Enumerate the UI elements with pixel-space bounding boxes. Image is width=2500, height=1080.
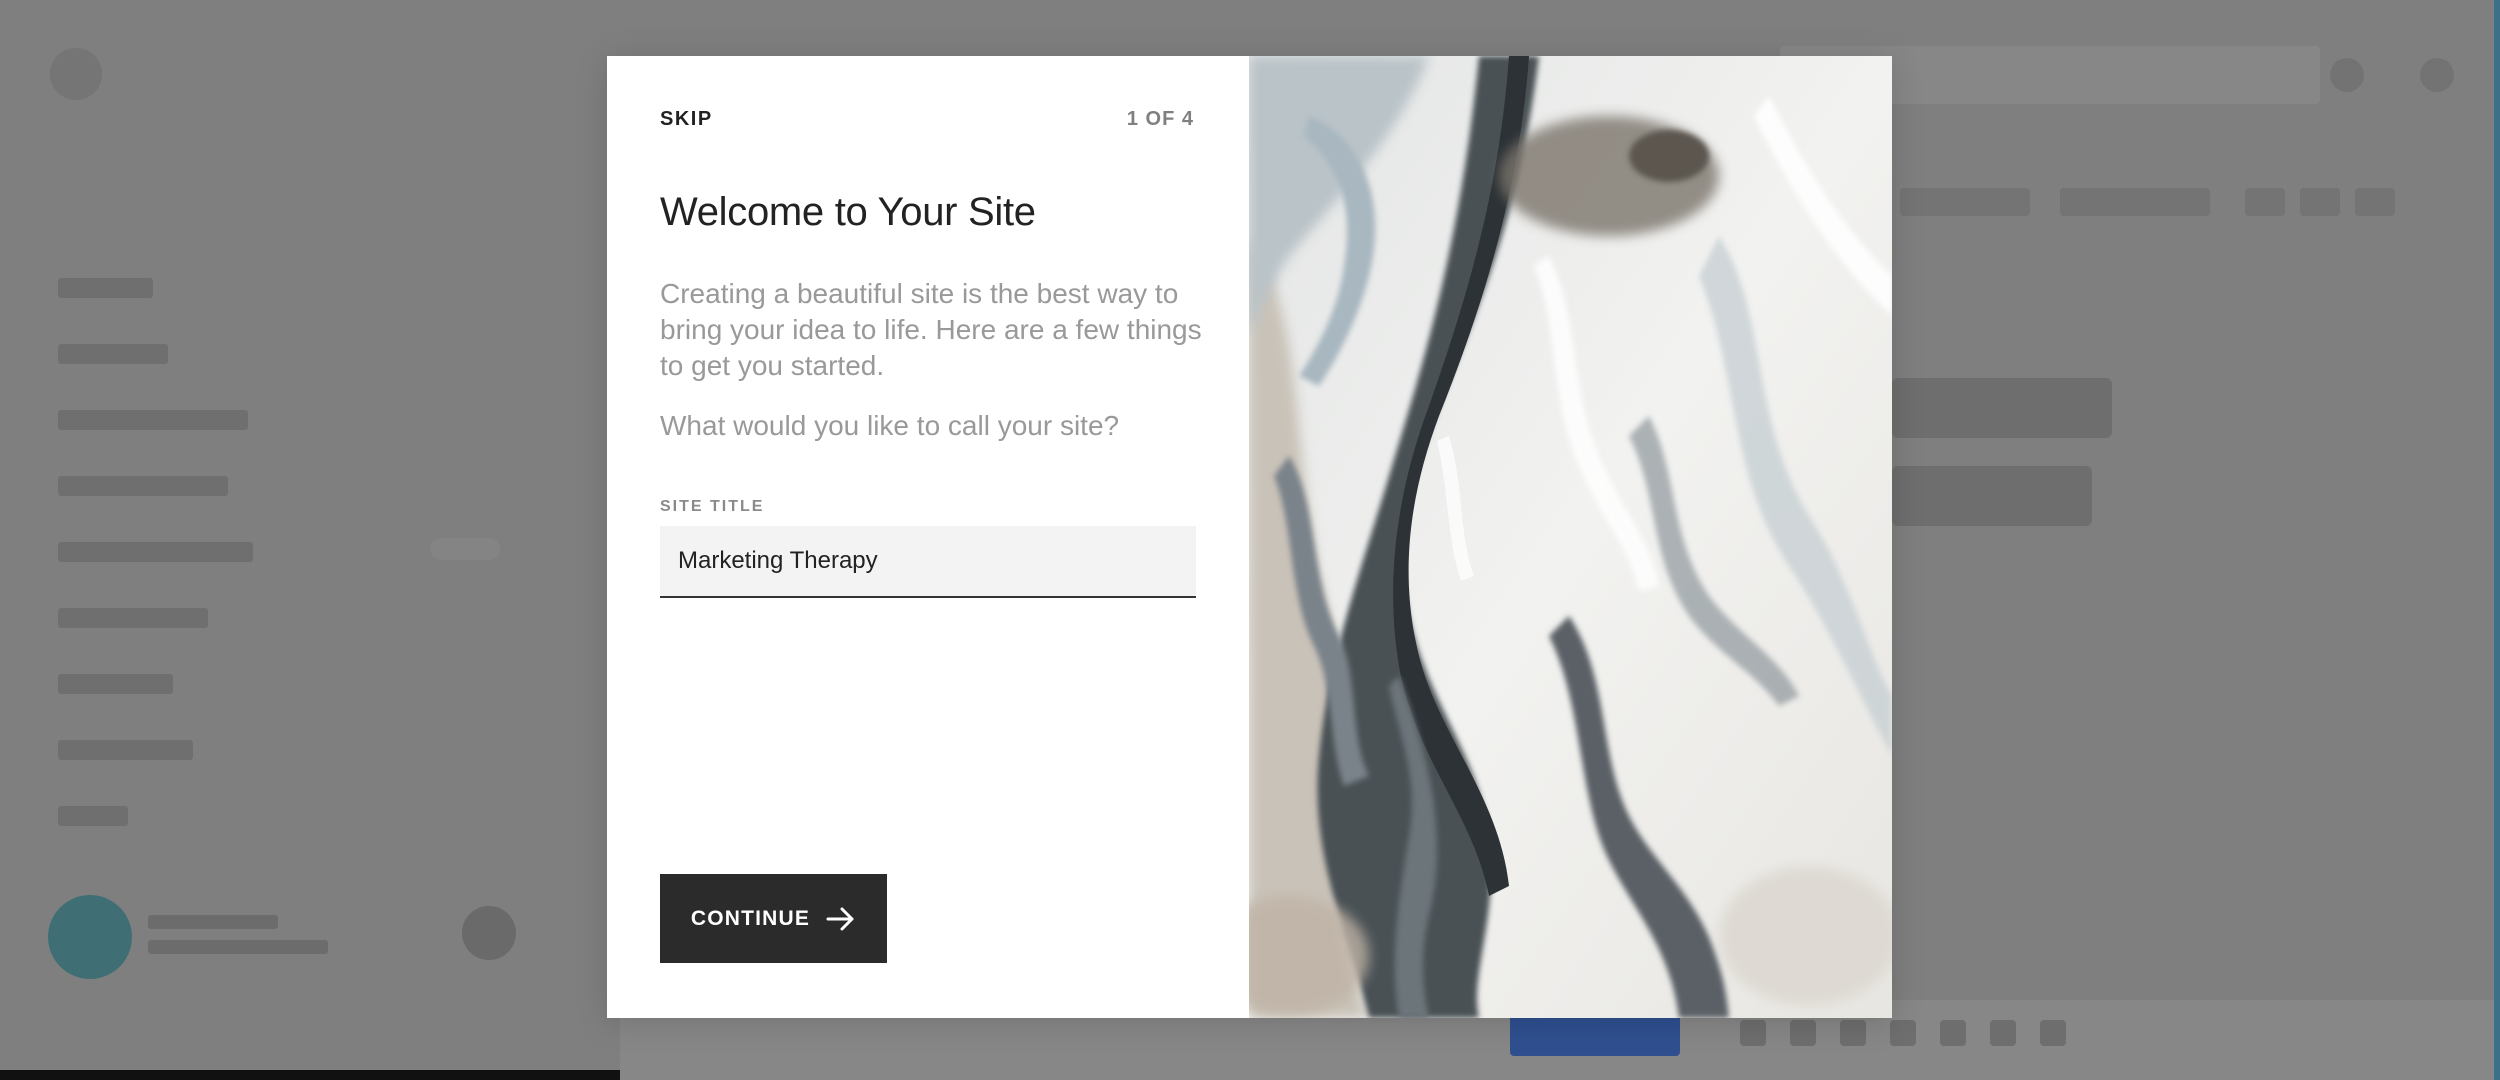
background-nav-item: [58, 806, 128, 826]
background-nav-item: [58, 410, 248, 430]
background-bottom-icon: [1790, 1020, 1816, 1046]
background-logo: [50, 48, 102, 100]
background-bottom-icon: [1840, 1020, 1866, 1046]
site-title-label: SITE TITLE: [660, 498, 765, 515]
modal-content-panel: SKIP 1 OF 4 Welcome to Your Site Creatin…: [607, 56, 1249, 1018]
background-nav-item: [58, 476, 228, 496]
continue-label: CONTINUE: [690, 906, 811, 930]
welcome-modal: SKIP 1 OF 4 Welcome to Your Site Creatin…: [607, 56, 1892, 1018]
background-window-edge: [2494, 0, 2500, 1080]
arrow-right-icon: [826, 907, 854, 930]
background-nav-item: [58, 740, 193, 760]
background-toolbar-button: [2355, 188, 2395, 216]
background-avatar: [48, 895, 132, 979]
modal-description: Creating a beautiful site is the best wa…: [660, 278, 1202, 381]
marble-art-svg: [1249, 56, 1892, 1018]
background-nav-item: [58, 344, 168, 364]
step-indicator: 1 OF 4: [1126, 108, 1194, 130]
background-toolbar-button: [1900, 188, 2030, 216]
skip-button[interactable]: SKIP: [660, 108, 713, 131]
background-nav-pill: [430, 538, 500, 560]
modal-question: What would you like to call your site?: [660, 410, 1120, 441]
background-heading: [1892, 466, 2092, 526]
background-bottom-icon: [1990, 1020, 2016, 1046]
site-title-input[interactable]: [660, 526, 1196, 598]
background-bottom-icon: [1740, 1020, 1766, 1046]
background-bottom-icon: [2040, 1020, 2066, 1046]
background-nav-item: [58, 278, 153, 298]
background-bottom-icon: [1940, 1020, 1966, 1046]
background-toolbar-button: [2245, 188, 2285, 216]
background-toolbar-button: [2300, 188, 2340, 216]
background-help-button: [462, 906, 516, 960]
background-bottom-icon: [1890, 1020, 1916, 1046]
background-heading: [1892, 378, 2112, 438]
background-toolbar-button: [2060, 188, 2210, 216]
background-taskbar: [0, 1070, 620, 1080]
background-nav-item: [58, 674, 173, 694]
background-user-line: [148, 915, 278, 929]
background-user-line: [148, 940, 328, 954]
background-nav-item: [58, 542, 253, 562]
background-top-icon: [2420, 58, 2454, 92]
background-nav-item: [58, 608, 208, 628]
screen: SKIP 1 OF 4 Welcome to Your Site Creatin…: [0, 0, 2500, 1080]
continue-button[interactable]: CONTINUE: [660, 874, 887, 963]
background-top-icon: [2330, 58, 2364, 92]
marble-art-image: [1249, 56, 1892, 1018]
modal-title: Welcome to Your Site: [660, 190, 1036, 234]
